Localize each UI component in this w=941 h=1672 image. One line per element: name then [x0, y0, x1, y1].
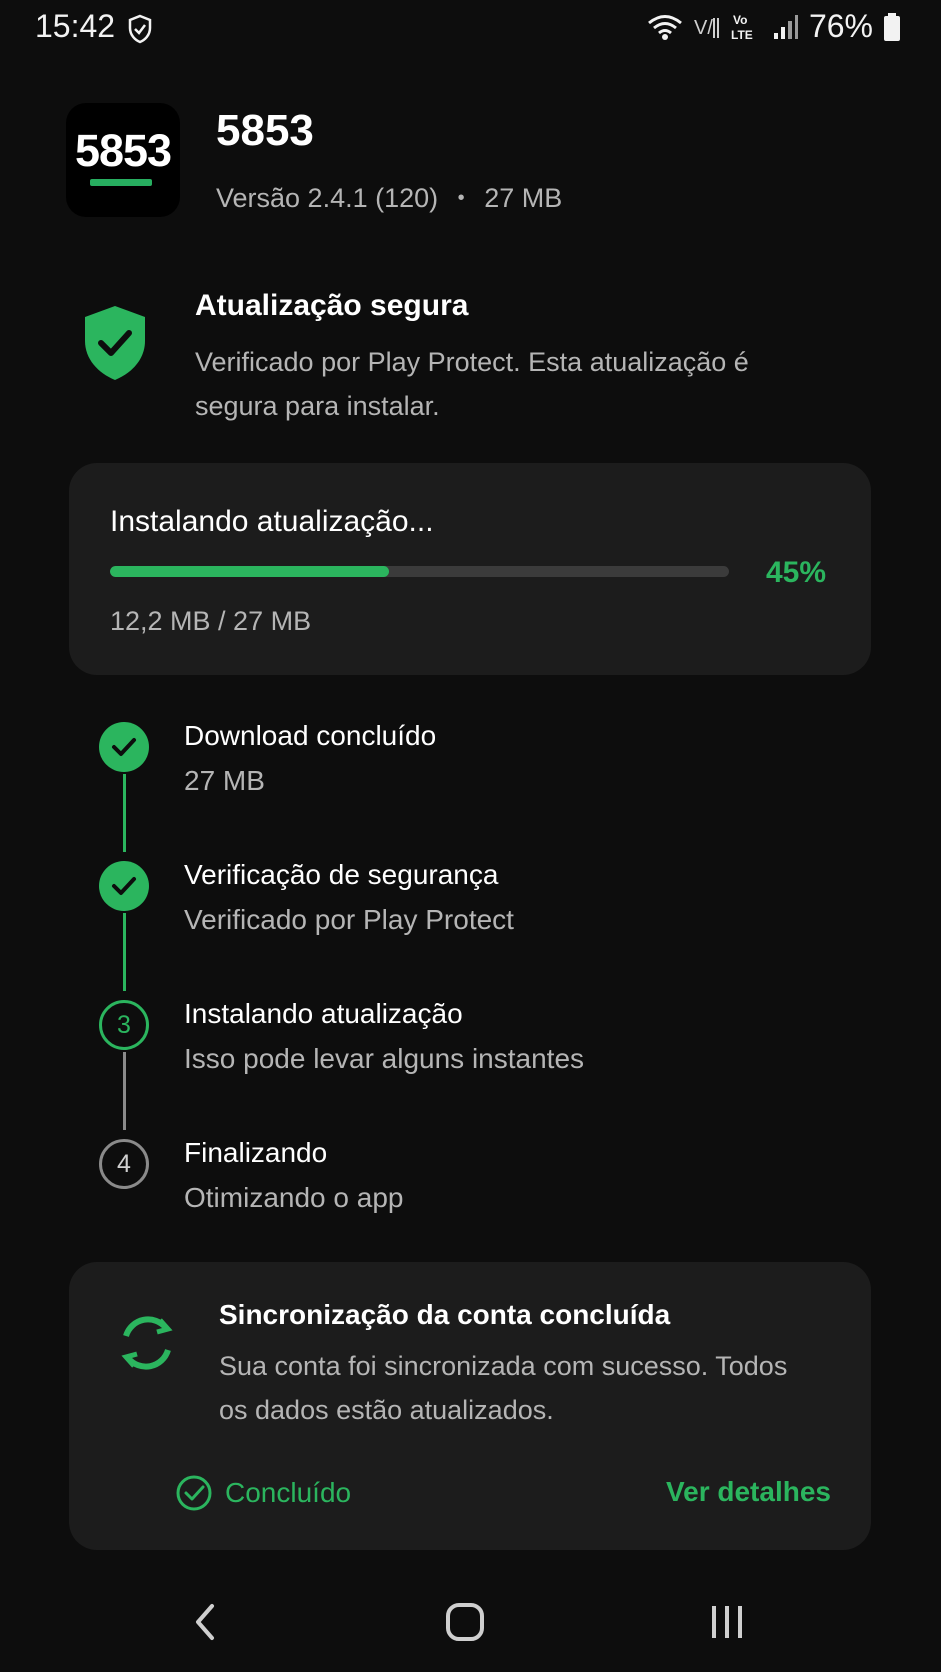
step-check-icon — [99, 861, 149, 911]
sync-description: Sua conta foi sincronizada com sucesso. … — [219, 1351, 788, 1425]
app-meta: Versão 2.4.1 (120) • 27 MB — [216, 183, 562, 214]
app-icon: 5853 — [66, 103, 180, 217]
battery-percent: 76% — [808, 8, 873, 44]
step-connector — [123, 913, 126, 991]
progress-size: 12,2 MB / 27 MB — [110, 606, 312, 636]
check-circle-icon — [176, 1475, 212, 1511]
app-version: Versão 2.4.1 (120) — [216, 183, 439, 213]
status-icons: V/ Vo LTE 76% — [647, 8, 901, 45]
sync-title: Sincronização da conta concluída — [219, 1299, 671, 1330]
svg-text:V/: V/ — [694, 17, 713, 39]
progress-bar — [110, 566, 729, 577]
sync-icon — [121, 1316, 173, 1370]
svg-text:Vo: Vo — [733, 13, 747, 27]
app-icon-underline — [90, 179, 152, 186]
step-subtitle: 27 MB — [184, 765, 265, 796]
step-title: Verificação de segurança — [184, 859, 499, 890]
recents-button[interactable] — [697, 1596, 757, 1648]
step-check-icon — [99, 722, 149, 772]
lte-icon: Vo LTE — [731, 13, 753, 42]
step-number: 3 — [99, 1000, 149, 1050]
shield-check-icon — [85, 306, 145, 380]
app-size: 27 MB — [484, 183, 563, 213]
svg-text:LTE: LTE — [731, 28, 753, 42]
view-details-button[interactable]: Ver detalhes — [666, 1476, 831, 1508]
wifi-icon — [648, 14, 682, 40]
progress-percent: 45% — [766, 556, 827, 589]
app-name: 5853 — [216, 106, 314, 155]
app-icon-label: 5853 — [74, 125, 172, 176]
step-subtitle: Isso pode levar alguns instantes — [184, 1043, 585, 1074]
step-title: Instalando atualização — [184, 998, 463, 1029]
step-title: Download concluído — [184, 720, 437, 751]
step-number: 4 — [99, 1139, 149, 1189]
safe-update-title: Atualização segura — [195, 289, 469, 322]
home-icon — [446, 1603, 484, 1641]
done-label: Concluído — [225, 1477, 352, 1508]
back-icon — [196, 1604, 214, 1640]
volte-icon: V/ — [694, 17, 719, 39]
safe-update-description: Verificado por Play Protect. Esta atuali… — [195, 347, 749, 421]
shield-check-icon — [128, 14, 152, 44]
step-connector — [123, 1052, 126, 1130]
step-connector — [123, 774, 126, 852]
recents-icon — [712, 1606, 742, 1638]
battery-icon — [884, 12, 900, 41]
meta-separator: • — [457, 187, 465, 209]
step-subtitle: Verificado por Play Protect — [184, 904, 514, 935]
signal-icon — [773, 14, 798, 39]
progress-bar-fill — [110, 566, 389, 577]
step-subtitle: Otimizando o app — [184, 1182, 404, 1213]
back-button[interactable] — [175, 1596, 235, 1648]
progress-title: Instalando atualização... — [110, 505, 434, 538]
step-title: Finalizando — [184, 1137, 328, 1168]
home-button[interactable] — [435, 1596, 495, 1648]
status-time: 15:42 — [35, 8, 116, 44]
sync-done-status: Concluído — [175, 1474, 351, 1512]
